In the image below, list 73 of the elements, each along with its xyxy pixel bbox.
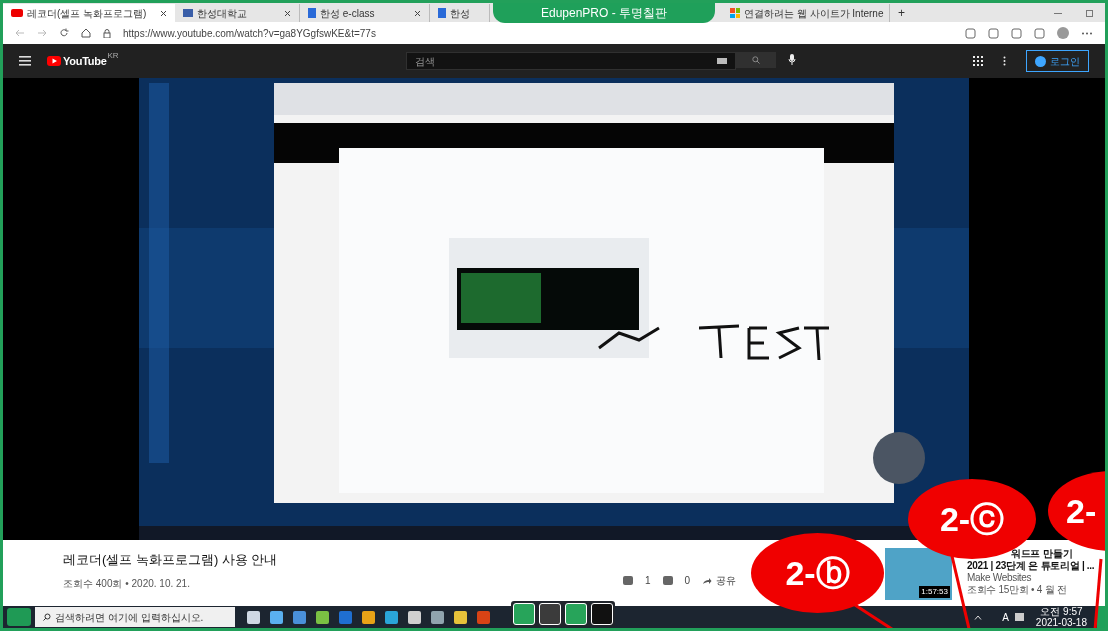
taskbar-app-icon[interactable]: [431, 610, 444, 624]
windows-icon: [730, 8, 740, 18]
login-button[interactable]: 로그인: [1026, 50, 1089, 72]
close-icon[interactable]: [160, 9, 167, 17]
new-tab-button[interactable]: +: [890, 4, 913, 22]
youtube-logo[interactable]: YouTube: [63, 52, 107, 70]
dislike-count: 0: [684, 574, 691, 588]
clock[interactable]: 오전 9:57 2021-03-18: [1035, 606, 1087, 628]
menu-icon[interactable]: [19, 56, 31, 66]
search-field[interactable]: 검색: [405, 52, 736, 70]
tray-caret-icon[interactable]: [974, 614, 983, 620]
browser-tab[interactable]: 레코더(셀프 녹화프로그램): [3, 4, 175, 22]
share-icon: [702, 576, 713, 585]
taskbar-app-icon[interactable]: [247, 610, 260, 624]
recommended-text: 은 튜토리얼 | ...: [1028, 560, 1095, 572]
pen-tool-button[interactable]: [591, 603, 613, 625]
taskbar-app-icon[interactable]: [362, 610, 375, 624]
taskbar-app-icon[interactable]: [408, 610, 421, 624]
toolbar-icon[interactable]: [965, 27, 976, 39]
pen-tool-button[interactable]: [539, 603, 561, 625]
search-icon: [751, 56, 760, 64]
recommended-text: 2021 | 23단계: [967, 560, 1026, 572]
like-count: 1: [645, 574, 651, 588]
toolbar-icon[interactable]: [988, 27, 999, 39]
recommended-text: 만들기: [1043, 548, 1073, 560]
home-icon[interactable]: [81, 28, 91, 38]
minimize-icon[interactable]: [1054, 13, 1062, 15]
ime-indicator[interactable]: A: [1002, 609, 1009, 625]
keyboard-icon[interactable]: [1014, 613, 1024, 621]
refresh-icon[interactable]: [59, 28, 69, 38]
keyboard-icon[interactable]: [716, 58, 727, 64]
search-icon: [43, 613, 51, 621]
region-label: KR: [107, 50, 119, 62]
video-player[interactable]: [3, 78, 1105, 540]
toolbar-icon[interactable]: [1011, 27, 1022, 39]
thumbnail[interactable]: 1:57:53: [885, 548, 952, 600]
profile-icon[interactable]: [1057, 27, 1069, 39]
more-icon[interactable]: [1003, 56, 1006, 66]
recommended-text: 조회수 15만회 • 4: [967, 584, 1042, 596]
taskbar-app-icon[interactable]: [385, 610, 398, 624]
maximize-icon[interactable]: [1086, 10, 1093, 17]
microphone-icon[interactable]: [787, 54, 796, 66]
tab-title: 한성대학교: [197, 6, 247, 21]
recommended-text: Make Websites: [967, 572, 1032, 584]
apps-icon[interactable]: [973, 56, 983, 66]
taskbar-search-field[interactable]: 검색하려면 여기에 입력하십시오.: [35, 607, 235, 627]
tab-title: 한성: [450, 6, 470, 21]
youtube-logo-icon[interactable]: [47, 56, 61, 66]
bookmark-icon: [438, 8, 446, 18]
youtube-icon: [11, 9, 23, 17]
school-icon: [183, 9, 193, 17]
taskbar-app-icon[interactable]: [270, 610, 283, 624]
taskbar-app-icon[interactable]: [454, 610, 467, 624]
video-title: 레코더(셀프 녹화프로그램) 사용 안내: [63, 551, 279, 569]
tab-title: 연결하려는 웹 사이트가 Interne: [744, 6, 884, 21]
account-icon: [1035, 55, 1046, 67]
taskbar-app-icon[interactable]: [316, 610, 329, 624]
bookmark-icon: [308, 8, 316, 18]
video-duration: 1:57:53: [919, 586, 950, 598]
like-icon[interactable]: [623, 576, 633, 585]
close-icon[interactable]: [414, 9, 421, 17]
taskbar-app-icon[interactable]: [293, 610, 306, 624]
lock-icon: [103, 28, 111, 38]
close-icon[interactable]: [284, 9, 291, 17]
share-button[interactable]: 공유: [702, 573, 737, 588]
recommended-text: 월 전: [1044, 584, 1067, 596]
tab-title: 한성 e-class: [320, 6, 375, 21]
toolbar-icon[interactable]: [1034, 27, 1045, 39]
start-button[interactable]: [7, 608, 31, 626]
video-meta: 조회수 400회 • 2020. 10. 21.: [63, 576, 191, 591]
tab-title: 레코더(셀프 녹화프로그램): [27, 6, 147, 21]
dislike-icon[interactable]: [662, 576, 673, 585]
url-field[interactable]: https://www.youtube.com/watch?v=ga8YGgfswKE&t=77s: [123, 25, 376, 41]
